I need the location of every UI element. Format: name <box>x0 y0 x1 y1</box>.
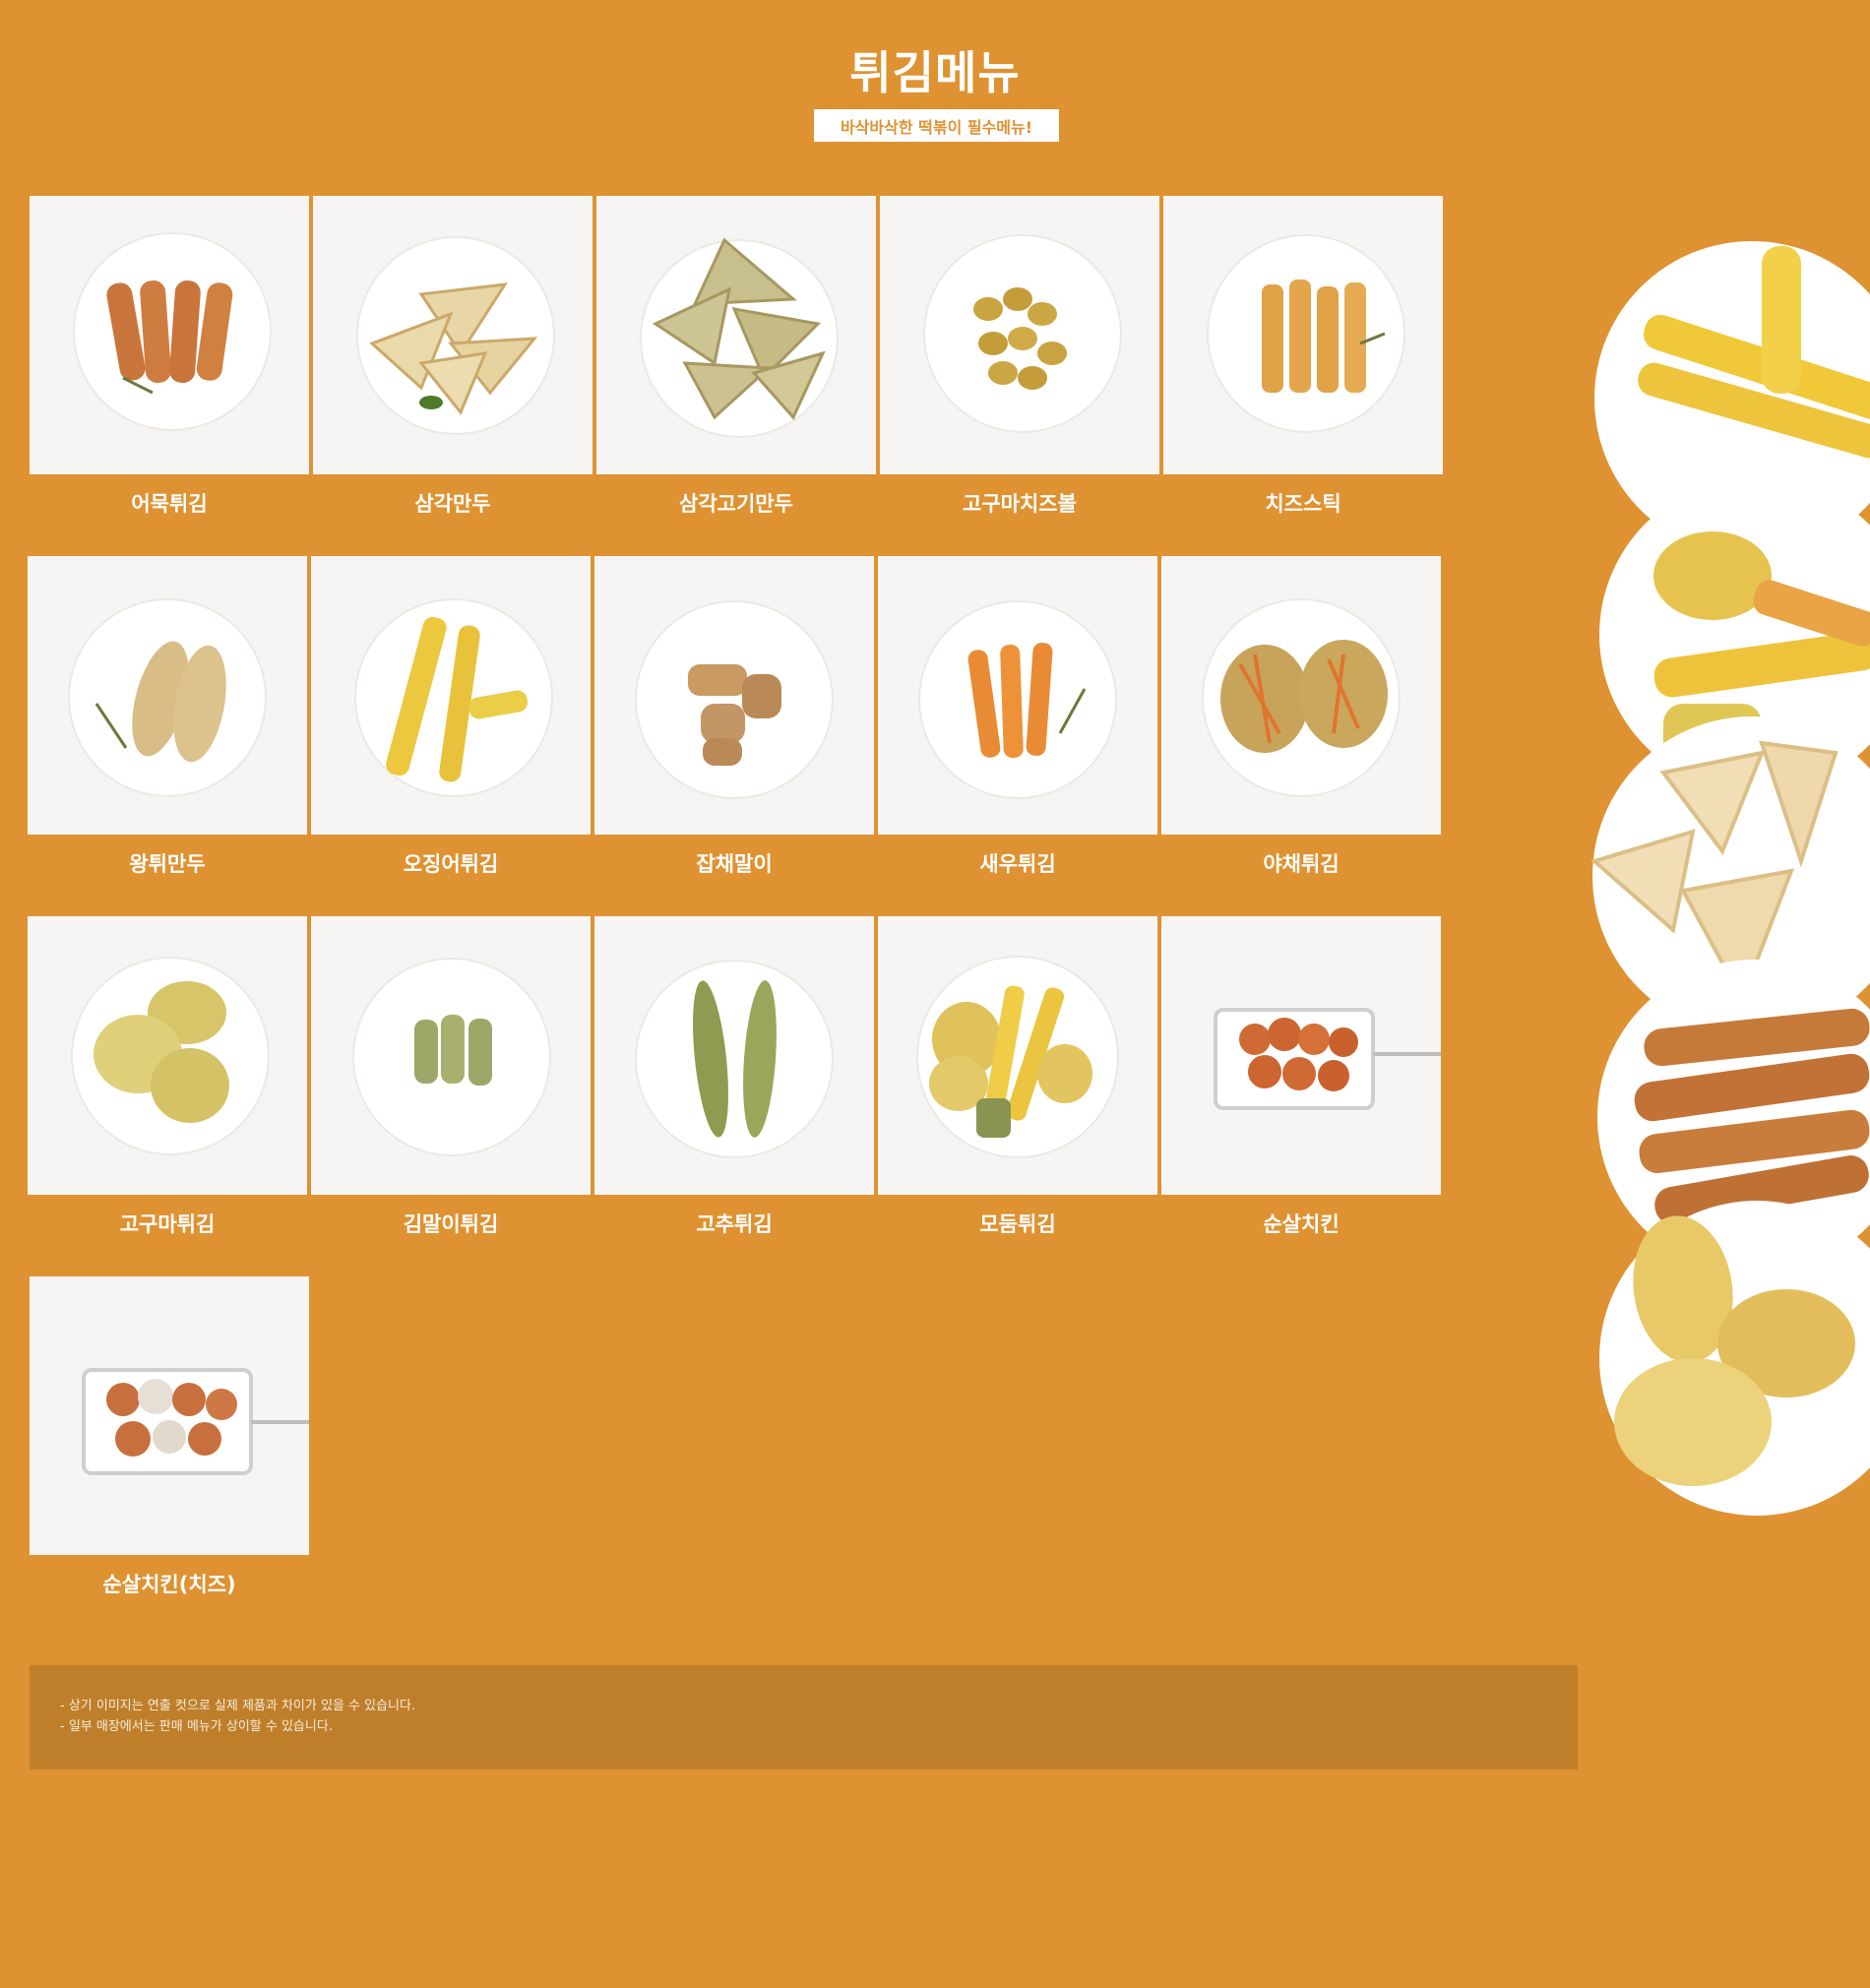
boneless-chicken-photo <box>1161 916 1441 1195</box>
menu-card[interactable]: 오징어튀김 <box>311 556 591 878</box>
triangle-meat-dumpling-photo <box>596 196 876 474</box>
menu-name: 야채튀김 <box>1263 852 1340 876</box>
menu-name: 고구마튀김 <box>119 1212 216 1236</box>
menu-name: 삼각고기만두 <box>679 492 793 516</box>
pepper-fritter-photo <box>594 916 874 1195</box>
menu-name: 고추튀김 <box>696 1212 773 1236</box>
notice-box: - 상기 이미지는 연출 컷으로 실제 제품과 차이가 있을 수 있습니다. -… <box>30 1665 1578 1770</box>
shrimp-fritter-photo <box>878 556 1157 835</box>
menu-name: 치즈스틱 <box>1265 492 1341 516</box>
seaweed-roll-fritter-photo <box>311 916 591 1195</box>
menu-card[interactable]: 순살치킨 <box>1161 916 1441 1238</box>
menu-card[interactable]: 고구마치즈볼 <box>880 196 1159 518</box>
menu-grid: 어묵튀김 삼각만두 삼각고기만두 고구마치즈볼 치즈스틱 왕튀만두 오징어튀김 … <box>0 0 1457 1614</box>
large-fried-dumpling-photo <box>28 556 307 835</box>
menu-card[interactable]: 모둠튀김 <box>878 916 1157 1238</box>
menu-name: 순살치킨 <box>1263 1212 1340 1236</box>
boneless-chicken-cheese-photo <box>30 1276 309 1555</box>
menu-card[interactable]: 순살치킨(치즈) <box>30 1276 309 1598</box>
menu-name: 잡채말이 <box>696 852 773 876</box>
menu-card[interactable]: 야채튀김 <box>1161 556 1441 878</box>
menu-name: 새우튀김 <box>979 852 1056 876</box>
menu-name: 김말이튀김 <box>403 1212 499 1236</box>
assorted-fritter-photo <box>878 916 1157 1195</box>
sweet-potato-fritter-photo <box>28 916 307 1195</box>
menu-card[interactable]: 고구마튀김 <box>28 916 307 1238</box>
notice-line: - 상기 이미지는 연출 컷으로 실제 제품과 차이가 있을 수 있습니다. <box>60 1699 416 1713</box>
menu-card[interactable]: 새우튀김 <box>878 556 1157 878</box>
vegetable-fritter-photo <box>1161 556 1441 835</box>
squid-fritter-photo <box>311 556 591 835</box>
menu-name: 모둠튀김 <box>979 1212 1056 1236</box>
menu-name: 순살치킨(치즈) <box>102 1573 236 1596</box>
japchae-roll-photo <box>594 556 874 835</box>
fish-cake-fritter-photo <box>30 196 309 474</box>
sweet-potato-cheese-ball-photo <box>880 196 1159 474</box>
cheese-stick-photo <box>1163 196 1443 474</box>
menu-name: 삼각만두 <box>414 492 491 516</box>
menu-name: 어묵튀김 <box>131 492 208 516</box>
decorative-fritter-plates <box>1575 221 1870 1530</box>
menu-name: 오징어튀김 <box>403 852 499 876</box>
menu-card[interactable]: 삼각고기만두 <box>596 196 876 518</box>
notice-line: - 일부 매장에서는 판매 메뉴가 상이할 수 있습니다. <box>60 1719 333 1734</box>
menu-card[interactable]: 왕튀만두 <box>28 556 307 878</box>
menu-card[interactable]: 잡채말이 <box>594 556 874 878</box>
menu-name: 왕튀만두 <box>129 852 206 876</box>
triangle-dumpling-photo <box>313 196 592 474</box>
menu-name: 고구마치즈볼 <box>963 492 1077 516</box>
menu-card[interactable]: 김말이튀김 <box>311 916 591 1238</box>
menu-card[interactable]: 삼각만두 <box>313 196 592 518</box>
menu-card[interactable]: 어묵튀김 <box>30 196 309 518</box>
menu-card[interactable]: 치즈스틱 <box>1163 196 1443 518</box>
menu-card[interactable]: 고추튀김 <box>594 916 874 1238</box>
